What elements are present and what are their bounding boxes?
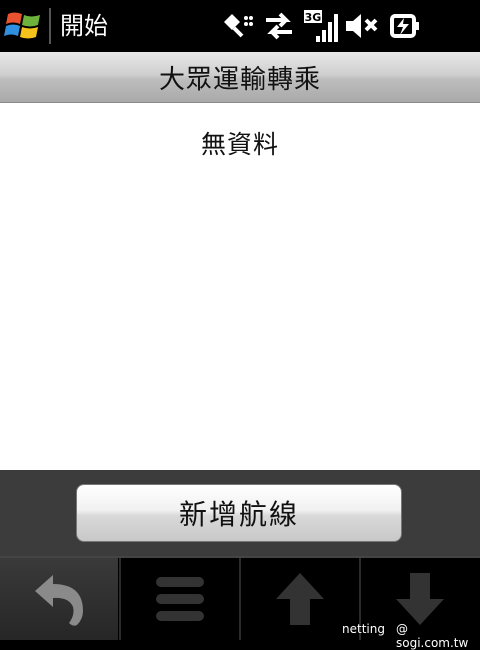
back-button[interactable] [0, 558, 118, 640]
data-off-icon[interactable] [220, 8, 256, 44]
down-arrow-icon [396, 573, 444, 625]
signal-3g-icon[interactable]: 3G [304, 8, 338, 44]
status-bar: 開始 3G [0, 0, 480, 52]
menu-button[interactable] [121, 558, 239, 640]
add-route-label: 新增航線 [178, 498, 299, 531]
back-icon [35, 575, 83, 626]
action-strip: 新增航線 [0, 470, 480, 556]
volume-mute-icon[interactable] [344, 8, 380, 44]
watermark-sogi: @ sogi.com.tw [396, 622, 469, 650]
start-menu-label[interactable]: 開始 [60, 12, 108, 40]
windows-logo-icon[interactable] [4, 8, 44, 44]
network-badge-text: 3G [305, 11, 322, 24]
empty-message: 無資料 [200, 130, 279, 159]
start-separator [49, 8, 51, 44]
battery-charging-icon[interactable] [386, 8, 422, 44]
watermark-netting: netting [342, 622, 385, 636]
title-bar: 大眾運輸轉乘 [0, 52, 480, 103]
route-list: 無資料 [0, 103, 480, 470]
add-route-button[interactable]: 新增航線 [76, 484, 402, 542]
page-title: 大眾運輸轉乘 [158, 64, 321, 95]
up-arrow-icon [276, 573, 324, 625]
menu-icon [156, 577, 204, 621]
data-transfer-icon[interactable] [262, 8, 296, 44]
